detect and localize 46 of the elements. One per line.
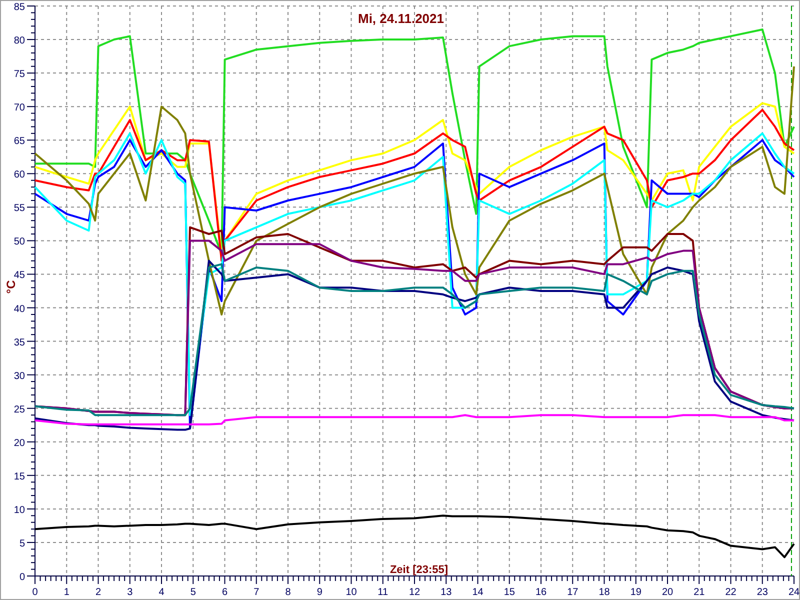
tick-label: 65 bbox=[14, 136, 25, 148]
tick-label: 6 bbox=[222, 587, 228, 598]
tick-label: 23 bbox=[756, 587, 768, 598]
tick-label: 22 bbox=[725, 587, 736, 598]
tick-label: 8 bbox=[285, 587, 291, 598]
tick-label: 35 bbox=[14, 337, 25, 348]
tick-label: 7 bbox=[254, 587, 260, 598]
tick-label: 12 bbox=[408, 587, 420, 598]
tick-label: 1 bbox=[64, 587, 70, 598]
tick-label: 15 bbox=[14, 471, 25, 482]
chart-title: Mi, 24.11.2021 bbox=[358, 11, 444, 26]
tick-label: 2 bbox=[95, 587, 102, 598]
tick-label: 60 bbox=[14, 170, 25, 181]
tick-label: 40 bbox=[14, 304, 25, 315]
tick-label: 0 bbox=[19, 572, 25, 583]
tick-label: 17 bbox=[567, 587, 578, 598]
tick-label: 9 bbox=[316, 587, 322, 598]
tick-label: 70 bbox=[14, 102, 25, 114]
tick-label: 18 bbox=[598, 587, 610, 598]
axis-title: °C bbox=[4, 280, 18, 294]
tick-label: 25 bbox=[14, 404, 25, 416]
tick-label: 5 bbox=[190, 587, 196, 598]
tick-label: 20 bbox=[662, 587, 674, 598]
tick-label: 80 bbox=[14, 36, 25, 47]
tick-label: 15 bbox=[504, 587, 515, 598]
tick-label: 5 bbox=[19, 538, 25, 550]
tick-label: 0 bbox=[32, 587, 38, 598]
tick-label: 20 bbox=[14, 438, 25, 449]
tick-label: 55 bbox=[14, 203, 25, 214]
tick-label: 16 bbox=[535, 587, 547, 598]
tick-label: 11 bbox=[378, 587, 388, 598]
axis-title: Zeit [23:55] bbox=[390, 564, 448, 576]
tick-label: 50 bbox=[14, 236, 25, 248]
tick-label: 14 bbox=[472, 587, 484, 598]
tick-label: 24 bbox=[788, 587, 800, 598]
tick-label: 13 bbox=[440, 587, 452, 598]
tick-label: 75 bbox=[14, 69, 25, 80]
tick-label: 30 bbox=[14, 370, 25, 382]
tick-label: 10 bbox=[14, 504, 25, 516]
tick-label: 3 bbox=[127, 587, 133, 598]
tick-label: 85 bbox=[14, 2, 25, 13]
tick-label: 10 bbox=[346, 587, 357, 598]
tick-label: 19 bbox=[630, 587, 642, 598]
tick-label: 45 bbox=[14, 270, 25, 282]
tick-label: 21 bbox=[694, 587, 705, 598]
tick-label: 4 bbox=[158, 587, 164, 598]
